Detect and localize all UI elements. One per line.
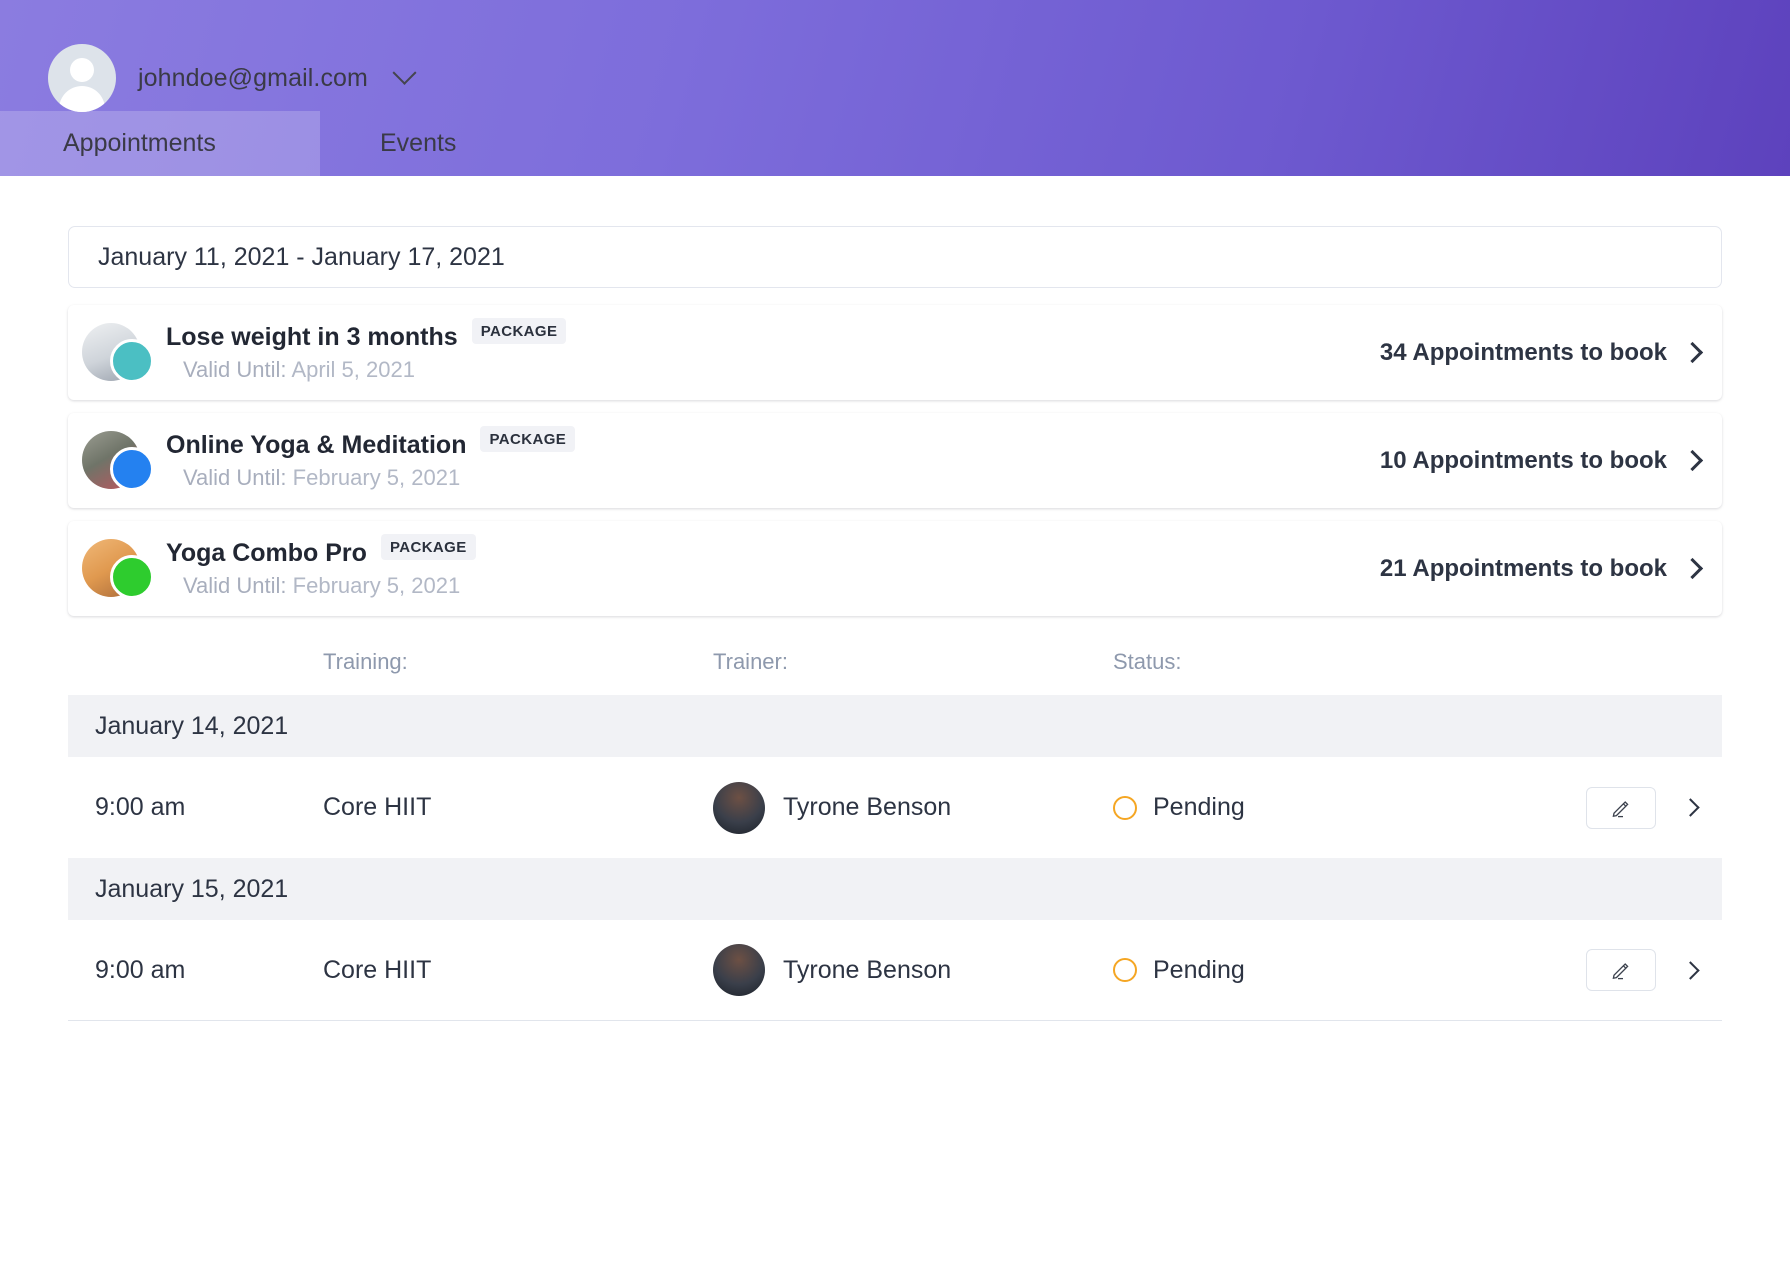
date-group-label: January 15, 2021	[95, 874, 289, 903]
package-color-dot	[110, 446, 154, 491]
package-action[interactable]: 21 Appointments to book	[1379, 554, 1704, 583]
package-badge: PACKAGE	[471, 318, 567, 344]
package-info: Yoga Combo Pro PACKAGE Valid Until: Febr…	[166, 534, 1380, 599]
package-valid-label: Valid Until:	[183, 572, 287, 598]
package-title: Online Yoga & Meditation	[166, 430, 467, 459]
package-list: Lose weight in 3 months PACKAGE Valid Un…	[68, 305, 1722, 616]
package-action[interactable]: 34 Appointments to book	[1379, 338, 1704, 367]
main-content: January 11, 2021 - January 17, 2021 Lose…	[0, 226, 1790, 1021]
date-range-value: January 11, 2021 - January 17, 2021	[98, 242, 505, 271]
chevron-right-icon[interactable]	[1681, 960, 1700, 980]
account-menu[interactable]: johndoe@gmail.com	[0, 0, 417, 112]
tab-appointments[interactable]: Appointments	[0, 111, 320, 176]
appointment-time: 9:00 am	[95, 955, 186, 984]
date-group-header: January 14, 2021	[68, 695, 1722, 757]
package-thumbnail	[82, 538, 158, 599]
package-color-dot	[110, 554, 154, 599]
package-title: Yoga Combo Pro	[166, 538, 367, 567]
chevron-right-icon[interactable]	[1681, 557, 1704, 580]
package-badge: PACKAGE	[480, 426, 576, 452]
status-badge-icon	[1113, 795, 1137, 820]
tab-bar: Appointments Events	[0, 111, 1790, 176]
appointments-column-headers: Training: Trainer: Status:	[68, 629, 1722, 695]
trainer-avatar	[713, 781, 765, 834]
package-validity: Valid Until: April 5, 2021	[166, 357, 1380, 383]
status-badge-icon	[1113, 958, 1137, 982]
package-info: Online Yoga & Meditation PACKAGE Valid U…	[166, 426, 1380, 491]
package-count-label: 21 Appointments to book	[1379, 554, 1667, 582]
package-info: Lose weight in 3 months PACKAGE Valid Un…	[166, 318, 1380, 383]
account-email: johndoe@gmail.com	[138, 63, 368, 92]
package-count-label: 34 Appointments to book	[1379, 338, 1667, 366]
column-header-trainer: Trainer:	[713, 649, 788, 674]
date-range-input[interactable]: January 11, 2021 - January 17, 2021	[68, 226, 1722, 288]
user-avatar-icon	[48, 44, 116, 112]
package-valid-label: Valid Until:	[183, 356, 287, 382]
package-action[interactable]: 10 Appointments to book	[1379, 446, 1704, 475]
package-thumbnail	[82, 322, 158, 383]
appointment-status: Pending	[1113, 956, 1463, 985]
trainer-name: Tyrone Benson	[783, 793, 952, 821]
edit-appointment-button[interactable]	[1586, 949, 1656, 991]
package-card[interactable]: Yoga Combo Pro PACKAGE Valid Until: Febr…	[68, 521, 1722, 616]
package-validity: Valid Until: February 5, 2021	[166, 573, 1380, 599]
appointment-training: Core HIIT	[323, 793, 432, 821]
appointment-training: Core HIIT	[323, 955, 432, 984]
package-card[interactable]: Lose weight in 3 months PACKAGE Valid Un…	[68, 305, 1722, 400]
pencil-icon	[1612, 800, 1629, 817]
tab-events[interactable]: Events	[320, 111, 496, 176]
tab-events-label: Events	[380, 129, 457, 157]
appointment-trainer: Tyrone Benson	[713, 944, 1113, 996]
appointment-actions	[1463, 949, 1722, 991]
column-header-status: Status:	[1113, 649, 1182, 674]
chevron-right-icon[interactable]	[1681, 341, 1704, 364]
package-card[interactable]: Online Yoga & Meditation PACKAGE Valid U…	[68, 413, 1722, 508]
package-badge: PACKAGE	[380, 534, 476, 560]
table-row[interactable]: 9:00 am Core HIIT Tyrone Benson Pending	[68, 920, 1722, 1021]
chevron-down-icon[interactable]	[392, 60, 417, 85]
appointment-actions	[1463, 786, 1722, 829]
package-thumbnail	[82, 430, 158, 491]
chevron-right-icon[interactable]	[1681, 449, 1704, 472]
tab-appointments-label: Appointments	[63, 129, 216, 157]
appointment-trainer: Tyrone Benson	[713, 781, 1113, 834]
date-group-header: January 15, 2021	[68, 858, 1722, 920]
trainer-name: Tyrone Benson	[783, 955, 952, 984]
package-count-label: 10 Appointments to book	[1379, 446, 1667, 474]
appointment-time: 9:00 am	[95, 793, 186, 821]
package-title: Lose weight in 3 months	[166, 322, 458, 351]
app-header: johndoe@gmail.com Appointments Events	[0, 0, 1790, 176]
chevron-right-icon[interactable]	[1681, 798, 1700, 817]
edit-appointment-button[interactable]	[1586, 786, 1656, 829]
package-valid-label: Valid Until:	[183, 464, 287, 490]
date-group-label: January 14, 2021	[95, 711, 289, 740]
appointment-status: Pending	[1113, 793, 1463, 822]
trainer-avatar	[713, 944, 765, 996]
status-badge: Pending	[1153, 955, 1245, 984]
package-valid-date: February 5, 2021	[292, 572, 461, 598]
package-valid-date: April 5, 2021	[291, 356, 415, 382]
table-row[interactable]: 9:00 am Core HIIT Tyrone Benson Pending	[68, 757, 1722, 858]
package-validity: Valid Until: February 5, 2021	[166, 465, 1380, 491]
package-color-dot	[110, 338, 154, 383]
pencil-icon	[1612, 963, 1629, 980]
status-badge: Pending	[1153, 793, 1245, 821]
package-valid-date: February 5, 2021	[292, 464, 461, 490]
column-header-training: Training:	[323, 649, 408, 674]
